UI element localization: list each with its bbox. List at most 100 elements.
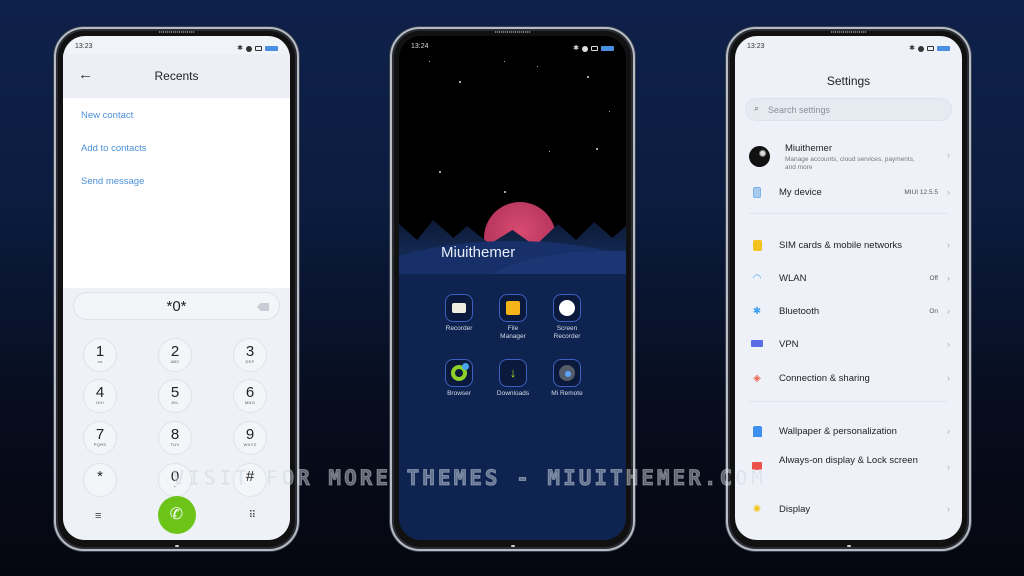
home-indicator bbox=[174, 545, 179, 547]
divider bbox=[749, 401, 948, 402]
status-bar: 13:23 ✱ bbox=[63, 36, 290, 54]
star bbox=[596, 148, 598, 150]
chevron-right-icon: › bbox=[947, 339, 950, 349]
settings-row-lock-screen[interactable]: Always-on display & Lock screen › bbox=[735, 453, 962, 483]
speaker-grille bbox=[494, 31, 531, 33]
star bbox=[537, 66, 538, 67]
browser-icon bbox=[445, 359, 473, 387]
number-input[interactable]: *0* bbox=[73, 292, 280, 320]
key-9[interactable]: 9 WXYZ bbox=[233, 421, 267, 455]
chevron-right-icon: › bbox=[947, 306, 950, 316]
status-time: 13:23 bbox=[75, 43, 93, 50]
widget-title: Miuithemer bbox=[441, 244, 516, 261]
key-5[interactable]: 5 JKL bbox=[158, 379, 192, 413]
settings-row-my-device[interactable]: My device MIUI 12.5.5 › bbox=[735, 181, 962, 205]
new-contact-link[interactable]: New contact bbox=[81, 110, 133, 121]
home-screen: 13:24 ✱ Miuithemer Recorder File Manager… bbox=[399, 36, 626, 540]
status-time: 13:23 bbox=[747, 43, 765, 50]
home-indicator bbox=[846, 545, 851, 547]
bluetooth-status-icon: ✱ bbox=[909, 45, 915, 52]
send-message-link[interactable]: Send message bbox=[81, 176, 144, 187]
key-6[interactable]: 6 MNO bbox=[233, 379, 267, 413]
settings-row-wallpaper[interactable]: Wallpaper & personalization › bbox=[735, 420, 962, 444]
app-downloads[interactable]: ↓ Downloads bbox=[486, 359, 540, 398]
status-time: 13:24 bbox=[411, 43, 429, 50]
wifi-icon: ◠ bbox=[752, 273, 762, 284]
app-mi-remote[interactable]: Mi Remote bbox=[540, 359, 594, 398]
key-4[interactable]: 4 GHI bbox=[83, 379, 117, 413]
star bbox=[429, 61, 430, 62]
app-browser[interactable]: Browser bbox=[432, 359, 486, 398]
account-subtitle: Manage accounts, cloud services, payment… bbox=[785, 156, 915, 171]
app-file-manager[interactable]: File Manager bbox=[486, 294, 540, 341]
page-title: Recents bbox=[154, 69, 199, 83]
settings-row-wlan[interactable]: ◠ WLAN Off › bbox=[735, 267, 962, 291]
star bbox=[459, 81, 461, 83]
chevron-right-icon: › bbox=[947, 373, 950, 383]
remote-icon bbox=[553, 359, 581, 387]
alarm-icon bbox=[246, 45, 252, 52]
app-screen-recorder[interactable]: Screen Recorder bbox=[540, 294, 594, 341]
wallpaper-icon bbox=[751, 426, 763, 438]
recorder-icon bbox=[445, 294, 473, 322]
speaker-grille bbox=[830, 31, 867, 33]
connection-sharing-icon: ◈ bbox=[753, 373, 761, 384]
battery-icon bbox=[601, 46, 614, 51]
bluetooth-status-icon: ✱ bbox=[573, 45, 579, 52]
download-icon: ↓ bbox=[499, 359, 527, 387]
alarm-icon bbox=[918, 45, 924, 52]
key-1[interactable]: 1 oo bbox=[83, 338, 117, 372]
chevron-right-icon: › bbox=[947, 187, 950, 197]
folder-icon bbox=[499, 294, 527, 322]
screen-recorder-icon bbox=[553, 294, 581, 322]
star bbox=[587, 76, 589, 78]
search-icon: ⌕ bbox=[754, 103, 760, 113]
speaker-grille bbox=[158, 31, 195, 33]
app-recorder[interactable]: Recorder bbox=[432, 294, 486, 333]
settings-row-sim-cards[interactable]: SIM cards & mobile networks › bbox=[735, 234, 962, 258]
menu-icon[interactable]: ≡ bbox=[95, 510, 101, 522]
settings-row-display[interactable]: ✺ Display › bbox=[735, 498, 962, 522]
settings-screen: 13:23 ✱ Settings ⌕ Search settings Miuit… bbox=[735, 36, 962, 540]
dialpad: *0* 1 oo 2 ABC 3 DEF 4 GHI 5 JKL 6 MNO 7 PQRS 8… bbox=[63, 288, 290, 540]
battery-icon bbox=[265, 46, 278, 51]
chevron-right-icon: › bbox=[947, 462, 950, 472]
phone-icon: ✆ bbox=[169, 506, 184, 523]
screen-icon bbox=[591, 46, 598, 51]
add-to-contacts-link[interactable]: Add to contacts bbox=[81, 143, 146, 154]
star bbox=[504, 191, 506, 193]
dialpad-icon[interactable]: ⠿ bbox=[249, 510, 256, 521]
star bbox=[504, 61, 505, 62]
settings-row-bluetooth[interactable]: ✱ Bluetooth On › bbox=[735, 300, 962, 324]
dialer-header: ← Recents bbox=[63, 54, 290, 98]
chevron-right-icon: › bbox=[947, 240, 950, 250]
chevron-right-icon: › bbox=[947, 150, 950, 160]
key-8[interactable]: 8 TUV bbox=[158, 421, 192, 455]
settings-row-vpn[interactable]: VPN › bbox=[735, 333, 962, 357]
settings-row-connection-sharing[interactable]: ◈ Connection & sharing › bbox=[735, 367, 962, 391]
bluetooth-status-icon: ✱ bbox=[237, 45, 243, 52]
chevron-right-icon: › bbox=[947, 426, 950, 436]
watermark-text: VISIT FOR MORE THEMES - MIUITHEMER.COM bbox=[171, 466, 767, 491]
sim-card-icon bbox=[751, 240, 763, 252]
alarm-icon bbox=[582, 45, 588, 52]
sun-icon: ✺ bbox=[752, 504, 762, 515]
search-input[interactable]: ⌕ Search settings bbox=[745, 98, 952, 121]
dialer-screen: 13:23 ✱ ← Recents New contact Add to con… bbox=[63, 36, 290, 540]
chevron-right-icon: › bbox=[947, 273, 950, 283]
page-title: Settings bbox=[826, 74, 871, 88]
chevron-right-icon: › bbox=[947, 504, 950, 514]
screen-icon bbox=[927, 46, 934, 51]
avatar bbox=[749, 146, 770, 167]
key-2[interactable]: 2 ABC bbox=[158, 338, 192, 372]
search-placeholder: Search settings bbox=[768, 105, 831, 115]
call-button[interactable]: ✆ bbox=[157, 496, 196, 534]
key-7[interactable]: 7 PQRS bbox=[83, 421, 117, 455]
phone-device-icon bbox=[751, 187, 763, 199]
home-indicator bbox=[510, 545, 515, 547]
status-bar: 13:24 ✱ bbox=[399, 36, 626, 54]
dialer-actions: New contact Add to contacts Send message bbox=[63, 98, 290, 288]
key-star[interactable]: * bbox=[83, 463, 117, 497]
dialer-bottom-bar: ≡ ✆ ⠿ bbox=[63, 496, 290, 534]
key-3[interactable]: 3 DEF bbox=[233, 338, 267, 372]
